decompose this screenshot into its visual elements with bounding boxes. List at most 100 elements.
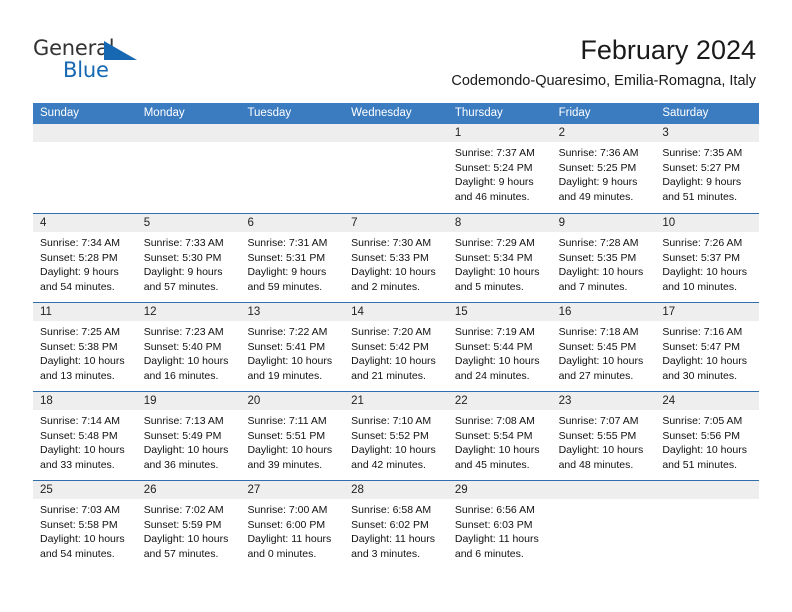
day-info-line: Daylight: 10 hours: [143, 444, 229, 456]
calendar-week-row: 4 Sunrise: 7:34 AM Sunset: 5:28 PM Daylight…: [33, 213, 760, 302]
day-info-line: Daylight: 9 hours: [247, 266, 327, 278]
day-sun-info: Sunrise: 7:30 AM Sunset: 5:33 PM Daylight:…: [344, 232, 448, 294]
day-cell-16[interactable]: 16 Sunrise: 7:18 AM Sunset: 5:45 PM Dayligh…: [551, 303, 656, 391]
day-cell-20[interactable]: 20 Sunrise: 7:11 AM Sunset: 5:51 PM Dayligh…: [240, 392, 345, 480]
day-number: 1: [447, 124, 552, 142]
day-cell-6[interactable]: 6 Sunrise: 7:31 AM Sunset: 5:31 PM Daylight…: [240, 214, 345, 302]
day-cell-29[interactable]: 29 Sunrise: 6:56 AM Sunset: 6:03 PM Dayligh…: [447, 481, 552, 569]
day-info-line: Sunrise: 7:13 AM: [143, 415, 224, 427]
day-info-line: Sunrise: 7:33 AM: [143, 237, 224, 249]
day-cell-empty: [344, 124, 448, 213]
day-cell-22[interactable]: 22 Sunrise: 7:08 AM Sunset: 5:54 PM Dayligh…: [447, 392, 552, 480]
day-sun-info: Sunrise: 7:26 AM Sunset: 5:37 PM Daylight:…: [655, 232, 759, 294]
day-cell-25[interactable]: 25 Sunrise: 7:03 AM Sunset: 5:58 PM Dayligh…: [33, 481, 137, 569]
day-cell-17[interactable]: 17 Sunrise: 7:16 AM Sunset: 5:47 PM Dayligh…: [655, 303, 760, 391]
day-info-line: Sunset: 5:30 PM: [143, 251, 222, 264]
day-number: 25: [33, 481, 137, 499]
day-info-line: Sunset: 5:35 PM: [558, 251, 637, 264]
day-number: 27: [240, 481, 345, 499]
day-info-line: Sunset: 5:58 PM: [40, 518, 118, 531]
day-cell-13[interactable]: 13 Sunrise: 7:22 AM Sunset: 5:41 PM Dayligh…: [240, 303, 345, 391]
day-info-line: and 48 minutes.: [558, 458, 634, 471]
day-number: 4: [33, 214, 137, 232]
day-cell-28[interactable]: 28 Sunrise: 6:58 AM Sunset: 6:02 PM Dayligh…: [344, 481, 448, 569]
day-cell-12[interactable]: 12 Sunrise: 7:23 AM Sunset: 5:40 PM Dayligh…: [136, 303, 241, 391]
day-info-line: and 30 minutes.: [662, 369, 738, 382]
calendar-page: General Blue February 2024 Codemondo-Qua…: [0, 0, 792, 612]
day-info-line: Daylight: 10 hours: [558, 266, 644, 278]
day-cell-4[interactable]: 4 Sunrise: 7:34 AM Sunset: 5:28 PM Daylight…: [33, 214, 137, 302]
day-info-line: and 13 minutes.: [40, 369, 115, 382]
day-info-line: Daylight: 10 hours: [351, 444, 436, 456]
day-info-line: and 54 minutes.: [40, 547, 115, 560]
day-sun-info: Sunrise: 7:33 AM Sunset: 5:30 PM Daylight:…: [137, 232, 241, 294]
day-cell-21[interactable]: 21 Sunrise: 7:10 AM Sunset: 5:52 PM Dayligh…: [344, 392, 448, 480]
weekday-header-wednesday: Wednesday: [351, 107, 412, 119]
day-info-line: and 0 minutes.: [247, 547, 317, 560]
day-info-line: Sunset: 6:03 PM: [454, 518, 533, 531]
day-info-line: Sunrise: 7:03 AM: [40, 504, 120, 516]
day-info-line: Daylight: 9 hours: [662, 176, 742, 188]
day-info-line: Daylight: 9 hours: [558, 176, 638, 188]
day-cell-1[interactable]: 1 Sunrise: 7:37 AM Sunset: 5:24 PM Daylight…: [447, 124, 552, 213]
day-info-line: Daylight: 10 hours: [143, 355, 229, 367]
day-number: [240, 124, 345, 142]
day-cell-3[interactable]: 3 Sunrise: 7:35 AM Sunset: 5:27 PM Daylight…: [655, 124, 760, 213]
day-number: 22: [447, 392, 552, 410]
day-cell-7[interactable]: 7 Sunrise: 7:30 AM Sunset: 5:33 PM Daylight…: [344, 214, 448, 302]
weekday-header-thursday: Thursday: [454, 107, 503, 119]
day-sun-info: Sunrise: 7:28 AM Sunset: 5:35 PM Daylight:…: [552, 232, 656, 294]
day-cell-19[interactable]: 19 Sunrise: 7:13 AM Sunset: 5:49 PM Dayligh…: [136, 392, 241, 480]
page-header: General Blue February 2024 Codemondo-Qua…: [0, 0, 792, 100]
day-cell-2[interactable]: 2 Sunrise: 7:36 AM Sunset: 5:25 PM Daylight…: [551, 124, 656, 213]
day-info-line: Daylight: 10 hours: [247, 444, 333, 456]
day-info-line: and 39 minutes.: [247, 458, 323, 471]
day-cell-empty: [136, 124, 241, 213]
day-cell-15[interactable]: 15 Sunrise: 7:19 AM Sunset: 5:44 PM Dayligh…: [447, 303, 552, 391]
day-number: 2: [551, 124, 656, 142]
day-info-line: Sunrise: 7:19 AM: [454, 326, 535, 338]
day-info-line: and 10 minutes.: [662, 280, 738, 293]
day-cell-18[interactable]: 18 Sunrise: 7:14 AM Sunset: 5:48 PM Dayligh…: [33, 392, 137, 480]
day-cell-24[interactable]: 24 Sunrise: 7:05 AM Sunset: 5:56 PM Dayligh…: [655, 392, 760, 480]
day-sun-info: Sunrise: 7:08 AM Sunset: 5:54 PM Daylight:…: [448, 410, 552, 472]
day-info-line: Sunrise: 7:23 AM: [143, 326, 224, 338]
day-cell-14[interactable]: 14 Sunrise: 7:20 AM Sunset: 5:42 PM Dayligh…: [344, 303, 448, 391]
calendar-week-row: 11 Sunrise: 7:25 AM Sunset: 5:38 PM Dayligh…: [33, 302, 760, 391]
day-cell-26[interactable]: 26 Sunrise: 7:02 AM Sunset: 5:59 PM Dayligh…: [136, 481, 241, 569]
day-cell-8[interactable]: 8 Sunrise: 7:29 AM Sunset: 5:34 PM Daylight…: [447, 214, 552, 302]
day-info-line: Daylight: 11 hours: [247, 533, 332, 545]
day-sun-info: Sunrise: 7:00 AM Sunset: 6:00 PM Daylight:…: [240, 499, 344, 561]
day-info-line: Daylight: 10 hours: [662, 355, 747, 367]
day-number: 6: [240, 214, 345, 232]
day-sun-info: Sunrise: 7:31 AM Sunset: 5:31 PM Daylight:…: [240, 232, 344, 294]
weekday-header-friday: Friday: [558, 107, 591, 119]
day-sun-info: Sunrise: 7:23 AM Sunset: 5:40 PM Daylight:…: [137, 321, 241, 383]
day-info-line: and 57 minutes.: [143, 547, 219, 560]
day-info-line: Sunrise: 7:31 AM: [247, 237, 328, 249]
day-cell-9[interactable]: 9 Sunrise: 7:28 AM Sunset: 5:35 PM Daylight…: [551, 214, 656, 302]
day-cell-5[interactable]: 5 Sunrise: 7:33 AM Sunset: 5:30 PM Daylight…: [136, 214, 241, 302]
day-number: [551, 481, 656, 499]
weekday-header-saturday: Saturday: [662, 107, 709, 119]
day-cell-23[interactable]: 23 Sunrise: 7:07 AM Sunset: 5:55 PM Dayligh…: [551, 392, 656, 480]
day-number: 17: [655, 303, 760, 321]
day-number: 28: [344, 481, 448, 499]
day-cell-11[interactable]: 11 Sunrise: 7:25 AM Sunset: 5:38 PM Dayligh…: [33, 303, 137, 391]
day-cell-27[interactable]: 27 Sunrise: 7:00 AM Sunset: 6:00 PM Dayligh…: [240, 481, 345, 569]
day-number: 12: [136, 303, 241, 321]
day-number: 29: [447, 481, 552, 499]
day-info-line: Sunset: 5:37 PM: [662, 251, 740, 264]
day-info-line: and 46 minutes.: [454, 190, 530, 203]
logo-text-general: General: [33, 36, 115, 60]
title-block: February 2024 Codemondo-Quaresimo, Emili…: [451, 34, 756, 90]
day-sun-info: Sunrise: 6:56 AM Sunset: 6:03 PM Daylight:…: [448, 499, 552, 561]
day-cell-10[interactable]: 10 Sunrise: 7:26 AM Sunset: 5:37 PM Dayligh…: [655, 214, 760, 302]
weekday-header-row: Sunday Monday Tuesday Wednesday Thursday Frid…: [33, 103, 759, 124]
day-info-line: Sunset: 5:31 PM: [247, 251, 326, 264]
day-info-line: Daylight: 9 hours: [143, 266, 223, 278]
day-info-line: Sunrise: 7:10 AM: [351, 415, 432, 427]
day-sun-info: Sunrise: 7:07 AM Sunset: 5:55 PM Daylight:…: [552, 410, 656, 472]
day-number: 8: [447, 214, 552, 232]
day-info-line: Sunset: 5:47 PM: [662, 340, 740, 353]
